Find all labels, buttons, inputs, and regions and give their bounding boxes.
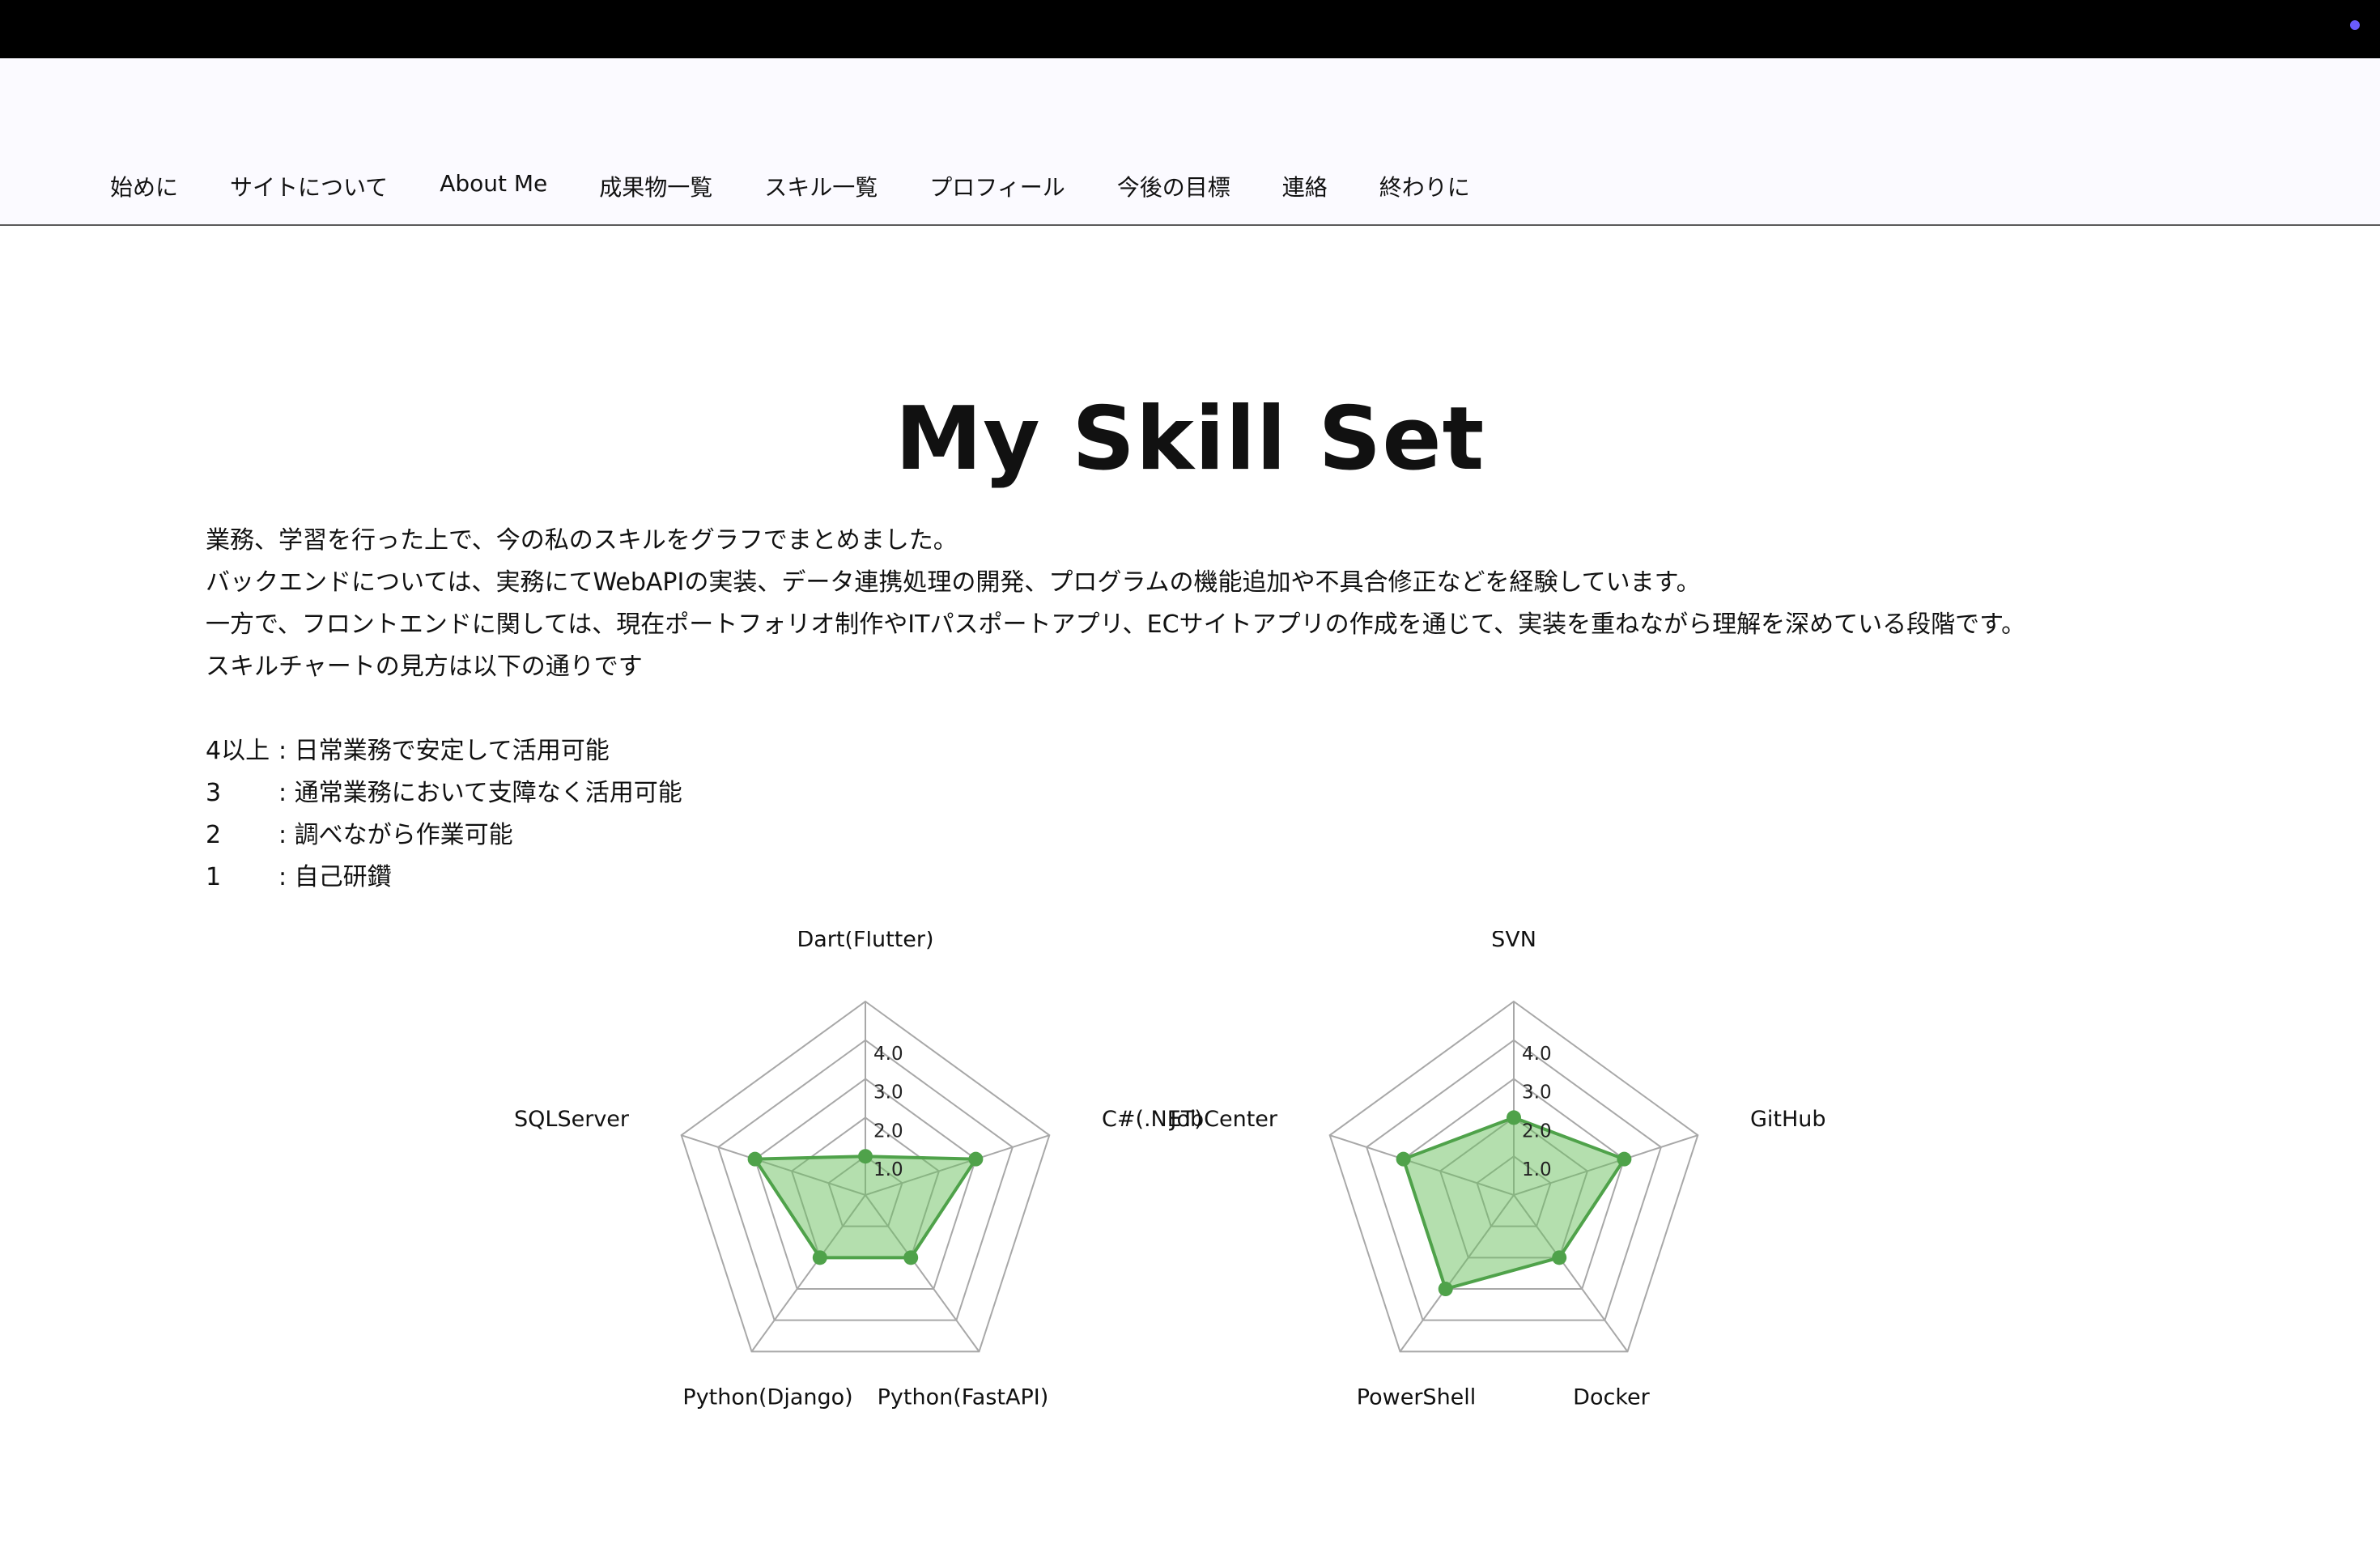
radar-data-point bbox=[812, 1250, 827, 1265]
radar-tick-label: 4.0 bbox=[873, 1044, 903, 1065]
radar-data-point bbox=[1396, 1151, 1411, 1167]
nav-menu: 始めに サイトについて About Me 成果物一覧 スキル一覧 プロフィール … bbox=[110, 170, 1522, 202]
intro-paragraph: バックエンドについては、実務にてWebAPIの実装、データ連携処理の開発、プログ… bbox=[206, 568, 1701, 597]
intro-paragraph: スキルチャートの見方は以下の通りです bbox=[206, 653, 643, 681]
browser-top-bar bbox=[0, 0, 2380, 58]
legend-desc: : 日常業務で安定して活用可能 bbox=[278, 737, 610, 765]
intro-paragraph: 業務、学習を行った上で、今の私のスキルをグラフでまとめました。 bbox=[206, 526, 958, 555]
status-dot-icon bbox=[2350, 20, 2360, 30]
site-header: 始めに サイトについて About Me 成果物一覧 スキル一覧 プロフィール … bbox=[0, 58, 2380, 226]
radar-axis-label: Python(FastAPI) bbox=[878, 1384, 1049, 1410]
legend-level: 1 bbox=[206, 863, 222, 891]
radar-data-point bbox=[1617, 1151, 1632, 1167]
radar-axis-label: JobCenter bbox=[1169, 1107, 1278, 1132]
radar-axis-label: PowerShell bbox=[1357, 1384, 1477, 1410]
nav-item-profile[interactable]: プロフィール bbox=[929, 170, 1065, 202]
nav-item-goals[interactable]: 今後の目標 bbox=[1117, 170, 1230, 202]
radar-tick-label: 3.0 bbox=[1522, 1082, 1552, 1104]
nav-item-about-me[interactable]: About Me bbox=[440, 170, 547, 202]
radar-axis-label: Dart(Flutter) bbox=[797, 931, 933, 952]
legend-level: 2 bbox=[206, 821, 222, 849]
radar-axis-label: Python(Django) bbox=[682, 1384, 852, 1410]
radar-data-point bbox=[1438, 1282, 1453, 1297]
radar-data-point bbox=[747, 1151, 763, 1167]
radar-data-point bbox=[1507, 1110, 1521, 1125]
intro-paragraph: 一方で、フロントエンドに関しては、現在ポートフォリオ制作やITパスポートアプリ、… bbox=[206, 610, 2026, 639]
legend-desc: : 調べながら作業可能 bbox=[278, 821, 513, 849]
radar-data-point bbox=[903, 1250, 919, 1265]
radar-tick-label: 3.0 bbox=[873, 1082, 903, 1104]
nav-item-contact[interactable]: 連絡 bbox=[1282, 170, 1328, 202]
legend-level: 3 bbox=[206, 779, 222, 807]
nav-item-works[interactable]: 成果物一覧 bbox=[599, 170, 712, 202]
radar-tick-label: 4.0 bbox=[1522, 1044, 1552, 1065]
radar-tick-label: 1.0 bbox=[873, 1159, 903, 1180]
radar-data-area bbox=[751, 1155, 980, 1260]
radar-data-point bbox=[1552, 1250, 1567, 1265]
nav-item-site-about[interactable]: サイトについて bbox=[230, 170, 388, 202]
radar-axis-label: SQLServer bbox=[514, 1107, 630, 1132]
radar-tick-label: 1.0 bbox=[1522, 1159, 1552, 1180]
legend-row: 3 : 通常業務において支障なく活用可能 bbox=[206, 772, 2229, 814]
radar-tick-label: 2.0 bbox=[873, 1121, 903, 1142]
nav-item-skills[interactable]: スキル一覧 bbox=[764, 170, 878, 202]
legend-row: 2 : 調べながら作業可能 bbox=[206, 814, 2229, 857]
legend-level: 4以上 bbox=[206, 737, 270, 765]
radar-data-point bbox=[858, 1149, 873, 1164]
radar-data-point bbox=[968, 1151, 984, 1167]
legend-desc: : 自己研鑽 bbox=[278, 863, 392, 891]
radar-axis-label: Docker bbox=[1573, 1384, 1650, 1410]
skill-radar-charts: 1.02.03.04.0Dart(Flutter)C#(.NET)Python(… bbox=[514, 931, 1826, 1410]
legend-row: 1 : 自己研鑽 bbox=[206, 857, 2229, 899]
radar-axis-label: SVN bbox=[1491, 931, 1536, 952]
nav-item-hajimeni[interactable]: 始めに bbox=[110, 170, 178, 202]
radar-axis-label: GitHub bbox=[1750, 1107, 1826, 1132]
radar-tick-label: 2.0 bbox=[1522, 1121, 1552, 1142]
nav-item-owarini[interactable]: 終わりに bbox=[1379, 170, 1470, 202]
legend-row: 4以上 : 日常業務で安定して活用可能 bbox=[206, 730, 2229, 772]
page-title: My Skill Set bbox=[895, 389, 1485, 490]
skill-intro: 業務、学習を行った上で、今の私のスキルをグラフでまとめました。 バックエンドにつ… bbox=[206, 520, 2229, 899]
legend-desc: : 通常業務において支障なく活用可能 bbox=[278, 779, 682, 807]
